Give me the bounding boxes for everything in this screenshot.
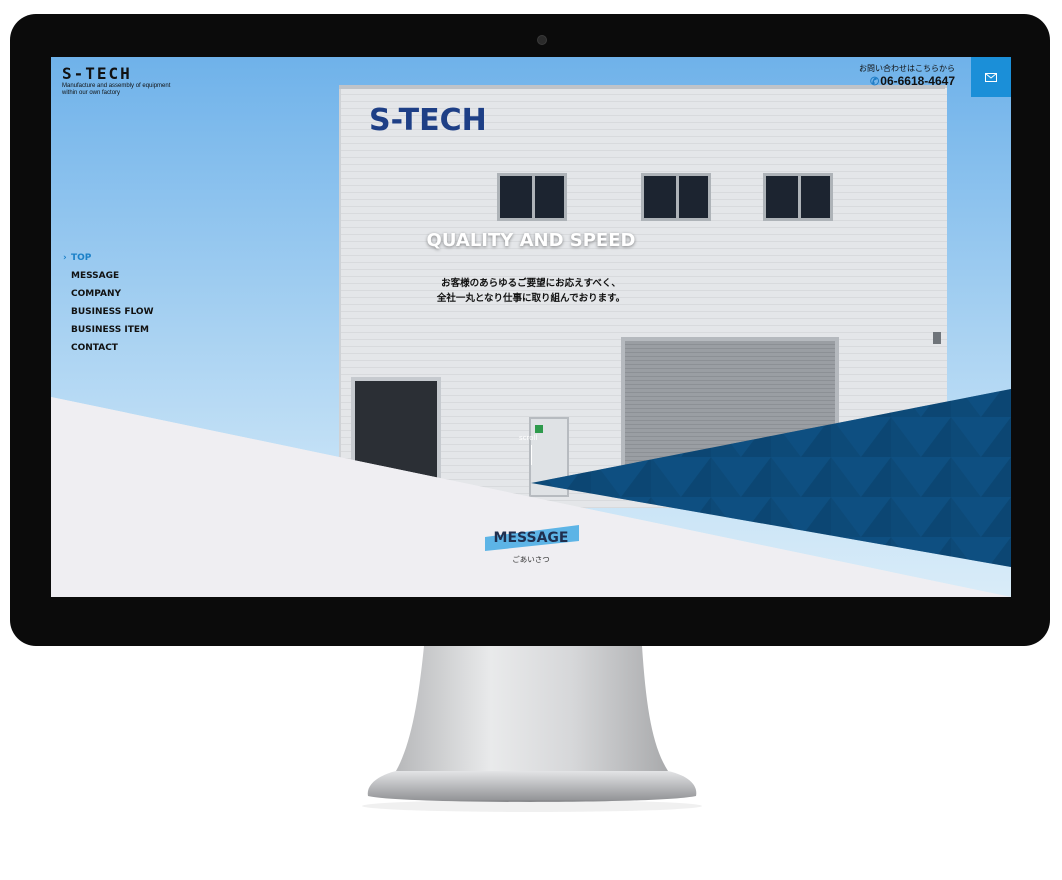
- chevron-right-icon: ›: [63, 253, 67, 263]
- phone-number: 06-6618-4647: [880, 74, 955, 88]
- nav-item-label: CONTACT: [71, 343, 118, 353]
- nav-item-top[interactable]: › TOP: [63, 249, 154, 267]
- hero-subtitle: お客様のあらゆるご要望にお応えすべく、 全社一丸となり仕事に取り組んでおります。: [51, 276, 1011, 306]
- webcam: [537, 35, 547, 45]
- nav-item-business-item[interactable]: BUSINESS ITEM: [63, 321, 154, 339]
- building-window: [641, 173, 711, 221]
- building-window: [763, 173, 833, 221]
- website-screen: S-TECH S-TECH Manufacture and assembly o…: [51, 57, 1011, 597]
- nav-item-contact[interactable]: CONTACT: [63, 339, 154, 357]
- side-door: [529, 417, 569, 497]
- building-roof-edge: [339, 85, 945, 89]
- contact-block: お問い合わせはこちらから ✆06-6618-4647: [859, 64, 955, 89]
- hero-subtitle-line: お客様のあらゆるご要望にお応えすべく、: [441, 278, 621, 289]
- logo-name: S-TECH: [62, 64, 132, 83]
- shutter-door: [621, 337, 839, 487]
- building-entrance: [351, 377, 441, 487]
- hero-title: QUALITY AND SPEED: [426, 230, 636, 251]
- message-subheading: ごあいさつ: [512, 555, 550, 564]
- scroll-indicator-label[interactable]: scroll: [519, 434, 537, 442]
- security-camera: [933, 332, 941, 344]
- message-heading: MESSAGE: [493, 530, 569, 546]
- hero-subtitle-line: 全社一丸となり仕事に取り組んでおります。: [436, 293, 626, 304]
- nav-item-label: TOP: [71, 253, 92, 263]
- building-window: [497, 173, 567, 221]
- site-logo[interactable]: S-TECH Manufacture and assembly of equip…: [62, 65, 172, 96]
- nav-item-label: BUSINESS ITEM: [71, 325, 149, 335]
- logo-tagline: Manufacture and assembly of equipment wi…: [62, 83, 171, 96]
- phone-link[interactable]: ✆06-6618-4647: [859, 74, 955, 89]
- contact-note: お問い合わせはこちらから: [859, 64, 955, 73]
- phone-icon: ✆: [870, 76, 880, 88]
- nav-item-label: BUSINESS FLOW: [71, 307, 154, 317]
- monitor-stand: [362, 646, 702, 812]
- mail-button[interactable]: [971, 57, 1011, 97]
- mail-icon: [985, 72, 997, 82]
- scroll-indicator-line: [531, 445, 532, 465]
- building-sign: S-TECH: [369, 103, 487, 138]
